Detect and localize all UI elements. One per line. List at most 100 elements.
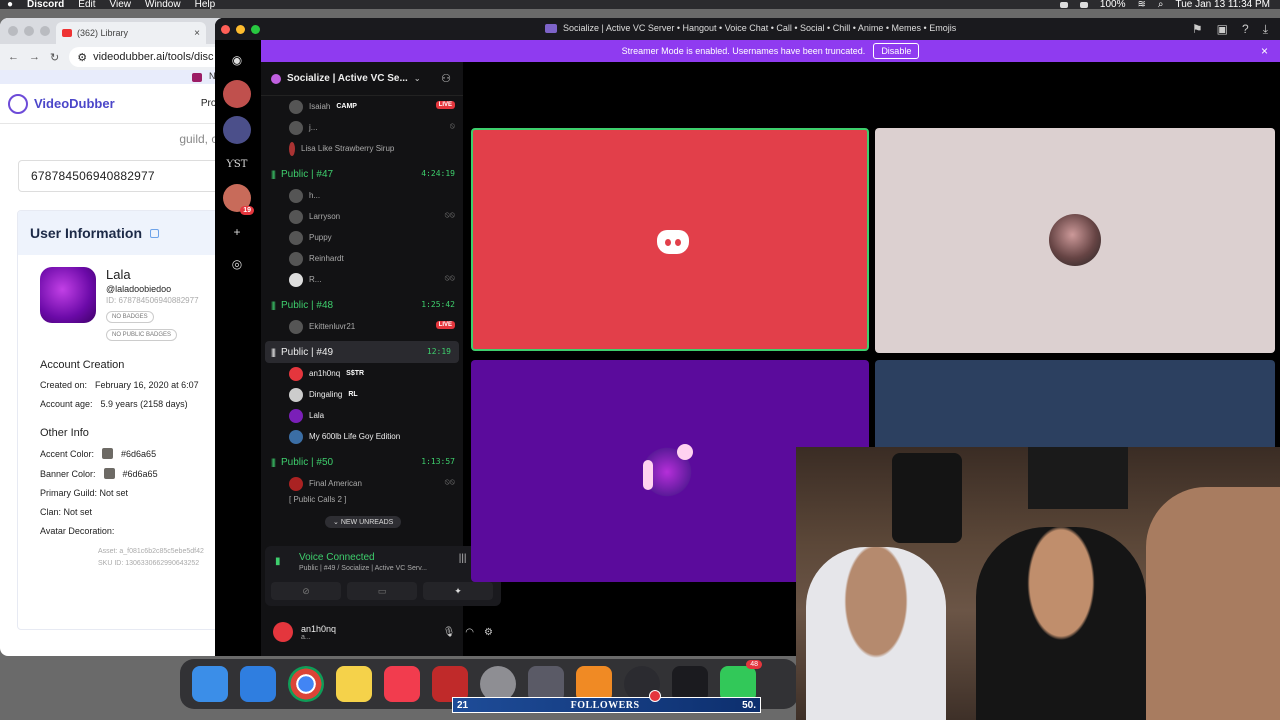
headphones-icon[interactable]: ◠ [465,627,474,638]
banner-text: Streamer Mode is enabled. Usernames have… [621,46,866,56]
search-icon[interactable]: ⌕ [1158,0,1164,9]
clock[interactable]: Tue Jan 13 11:34 PM [1175,0,1270,9]
voice-user[interactable]: Reinhardt [261,248,463,269]
window-close-button[interactable] [8,26,18,36]
menu-window[interactable]: Window [138,0,188,9]
server-icon[interactable]: 19 [223,184,254,215]
voice-user[interactable]: R... ⦸⦸ [261,269,463,290]
compass-icon[interactable]: ◎ [223,252,251,276]
avatar [40,267,96,323]
user-name: My 600lb Life Goy Edition [309,432,401,441]
status-icon[interactable] [1059,1,1068,8]
voice-user[interactable]: Dingaling RL [261,384,463,405]
user-name: h... [309,191,321,200]
user-info-header: User Information [18,211,225,255]
voice-user[interactable]: Final American ⦸⦸ [261,473,463,494]
user-name: Reinhardt [309,254,344,263]
user-name: an1h0nq [309,369,341,378]
wifi-icon[interactable]: ≋ [1137,0,1145,9]
music-icon[interactable] [384,666,420,702]
browser-tab[interactable]: (362) Library × [56,22,206,44]
url-text: videodubber.ai/tools/disc [93,51,214,63]
server-icon[interactable] [223,80,251,108]
microphone-icon[interactable]: 🎙︎ [443,627,456,638]
voice-user[interactable]: Larryson ⦸⦸ [261,206,463,227]
flag-icon[interactable]: ⚑ [1192,22,1203,37]
help-icon[interactable]: ? [1242,22,1249,37]
mail-icon[interactable] [240,666,276,702]
voice-user[interactable]: Puppy [261,227,463,248]
window-icon[interactable]: ▣ [1217,22,1228,37]
close-icon[interactable]: × [1261,44,1268,58]
avatar [289,429,303,444]
copy-icon[interactable] [150,228,160,238]
voice-channel-48[interactable]: ||| Public | #48 1:25:42 [261,294,463,316]
followers-overlay: 21 FOLLOWERS 50. [452,690,761,713]
asset-text: Asset: a_f081c6b2c85c5ebe5df42 [98,548,204,555]
close-tab-icon[interactable]: × [194,28,200,39]
partial-channel[interactable]: [ Public Calls 2 ] [261,494,463,504]
new-unreads-button[interactable]: ⌄ NEW UNREADS [325,516,402,528]
avatar[interactable] [273,622,293,642]
menu-app-name[interactable]: Discord [20,0,71,9]
screen-share-button[interactable]: ▭ [347,582,417,600]
back-icon[interactable]: ← [8,51,19,63]
channel-timer: 1:13:57 [421,457,455,466]
add-server-icon[interactable]: + [223,220,251,244]
server-icon-text[interactable]: ƳST [223,152,251,176]
voice-bars-icon: ||| [271,347,276,357]
video-tile[interactable] [471,128,869,351]
voice-channel-49[interactable]: ||| Public | #49 12:19 [265,341,459,363]
voice-user[interactable]: My 600lb Life Goy Edition [261,426,463,447]
voice-user[interactable]: Lala [261,405,463,426]
window-zoom-button[interactable] [40,26,50,36]
invite-icon[interactable]: ⚇ [441,72,451,85]
url-field[interactable]: ⚙ videodubber.ai/tools/disc [69,47,226,67]
menu-edit[interactable]: Edit [71,0,102,9]
voice-connected-title[interactable]: Voice Connected [299,552,375,563]
mute-deafen-icon: ⦸⦸ [444,210,455,219]
server-header[interactable]: Socialize | Active VC Se... ⌄ ⚇ [261,62,463,96]
finder-icon[interactable] [192,666,228,702]
voice-user[interactable]: h... [261,185,463,206]
window-close-button[interactable] [221,24,230,34]
window-minimize-button[interactable] [236,24,245,34]
voice-channel-47[interactable]: ||| Public | #47 4:24:19 [261,163,463,185]
window-zoom-button[interactable] [251,24,260,34]
signal-icon[interactable]: ▮ [275,556,289,570]
gear-icon[interactable]: ⚙ [484,627,493,638]
webcam-overlay [796,447,1280,720]
avatar [289,408,303,423]
user-name: Isaiah [309,102,331,111]
status-icon[interactable] [1079,1,1088,8]
voice-user[interactable]: Isaiah CAMP LIVE [261,96,463,117]
chrome-icon[interactable] [288,666,324,702]
voice-user[interactable]: an1h0nq S$TR [261,363,463,384]
site-settings-icon[interactable]: ⚙ [77,51,87,64]
forward-icon[interactable]: → [29,51,40,63]
voice-user[interactable]: j... ⦸ [261,117,463,138]
window-minimize-button[interactable] [24,26,34,36]
apple-icon[interactable]: ● [0,0,20,9]
reload-icon[interactable]: ↻ [50,51,59,64]
activities-button[interactable]: ✦ [423,582,493,600]
voice-user[interactable]: Ekittenluvr21 LIVE [261,316,463,337]
hint-text: guild, cl [179,132,220,146]
videodubber-logo-icon[interactable] [8,93,28,114]
notes-icon[interactable] [336,666,372,702]
disable-button[interactable]: Disable [873,43,920,59]
camera-button[interactable]: ⊘ [271,582,341,600]
server-icon[interactable] [223,116,251,144]
discord-home-icon[interactable]: ◉ [223,48,251,72]
voice-channel-50[interactable]: ||| Public | #50 1:13:57 [261,451,463,473]
voice-user[interactable]: Lisa Like Strawberry Sirup [261,138,463,159]
video-tile[interactable] [875,128,1275,353]
brand-name[interactable]: VideoDubber [34,96,115,111]
noise-suppression-icon[interactable]: ||| [459,553,467,564]
user-id-input[interactable]: 678784506940882977 [18,160,226,192]
voice-connected-subtitle[interactable]: Public | #49 / Socialize | Active VC Ser… [299,565,427,572]
menu-view[interactable]: View [103,0,139,9]
download-icon[interactable]: ⤓ [1263,22,1268,37]
avatar [289,476,303,491]
menu-help[interactable]: Help [188,0,223,9]
